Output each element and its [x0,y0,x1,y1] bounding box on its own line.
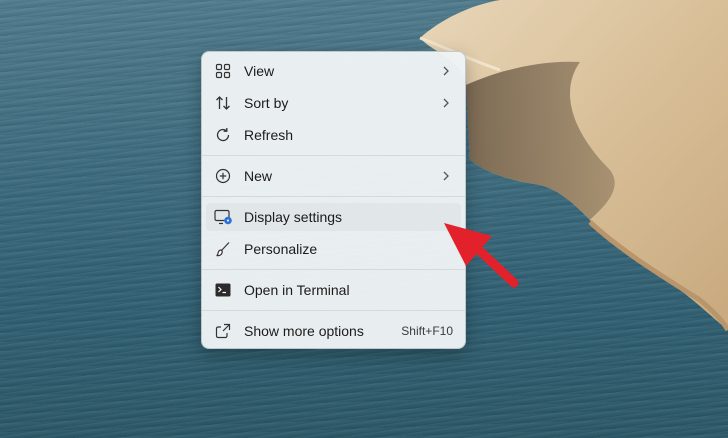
shortcut-hint: Shift+F10 [401,324,453,338]
menu-separator [202,196,465,197]
chevron-right-icon [441,94,451,112]
menu-separator [202,269,465,270]
menu-item-label: View [244,63,275,79]
refresh-icon [214,126,232,144]
menu-item-open-in-terminal[interactable]: Open in Terminal [206,276,461,304]
menu-item-sort-by[interactable]: Sort by [206,89,461,117]
show-more-icon [214,322,232,340]
menu-item-label: Personalize [244,241,318,257]
menu-item-label: Sort by [244,95,289,111]
menu-item-new[interactable]: New [206,162,461,190]
menu-separator [202,155,465,156]
chevron-right-icon [441,62,451,80]
menu-item-refresh[interactable]: Refresh [206,121,461,149]
menu-item-view[interactable]: View [206,57,461,85]
menu-item-label: Display settings [244,209,343,225]
brush-icon [214,240,232,258]
desktop-context-menu: View Sort by Refresh New Display setting… [201,51,466,349]
menu-item-label: Open in Terminal [244,282,350,298]
view-grid-icon [214,62,232,80]
menu-item-display-settings[interactable]: Display settings [206,203,461,231]
new-plus-icon [214,167,232,185]
terminal-icon [214,281,232,299]
menu-item-label: Refresh [244,127,294,143]
menu-item-personalize[interactable]: Personalize [206,235,461,263]
sort-icon [214,94,232,112]
menu-item-label: Show more options [244,323,364,339]
menu-item-show-more-options[interactable]: Show more options Shift+F10 [206,317,461,345]
menu-separator [202,310,465,311]
menu-item-label: New [244,168,273,184]
display-settings-icon [214,208,232,226]
chevron-right-icon [441,167,451,185]
